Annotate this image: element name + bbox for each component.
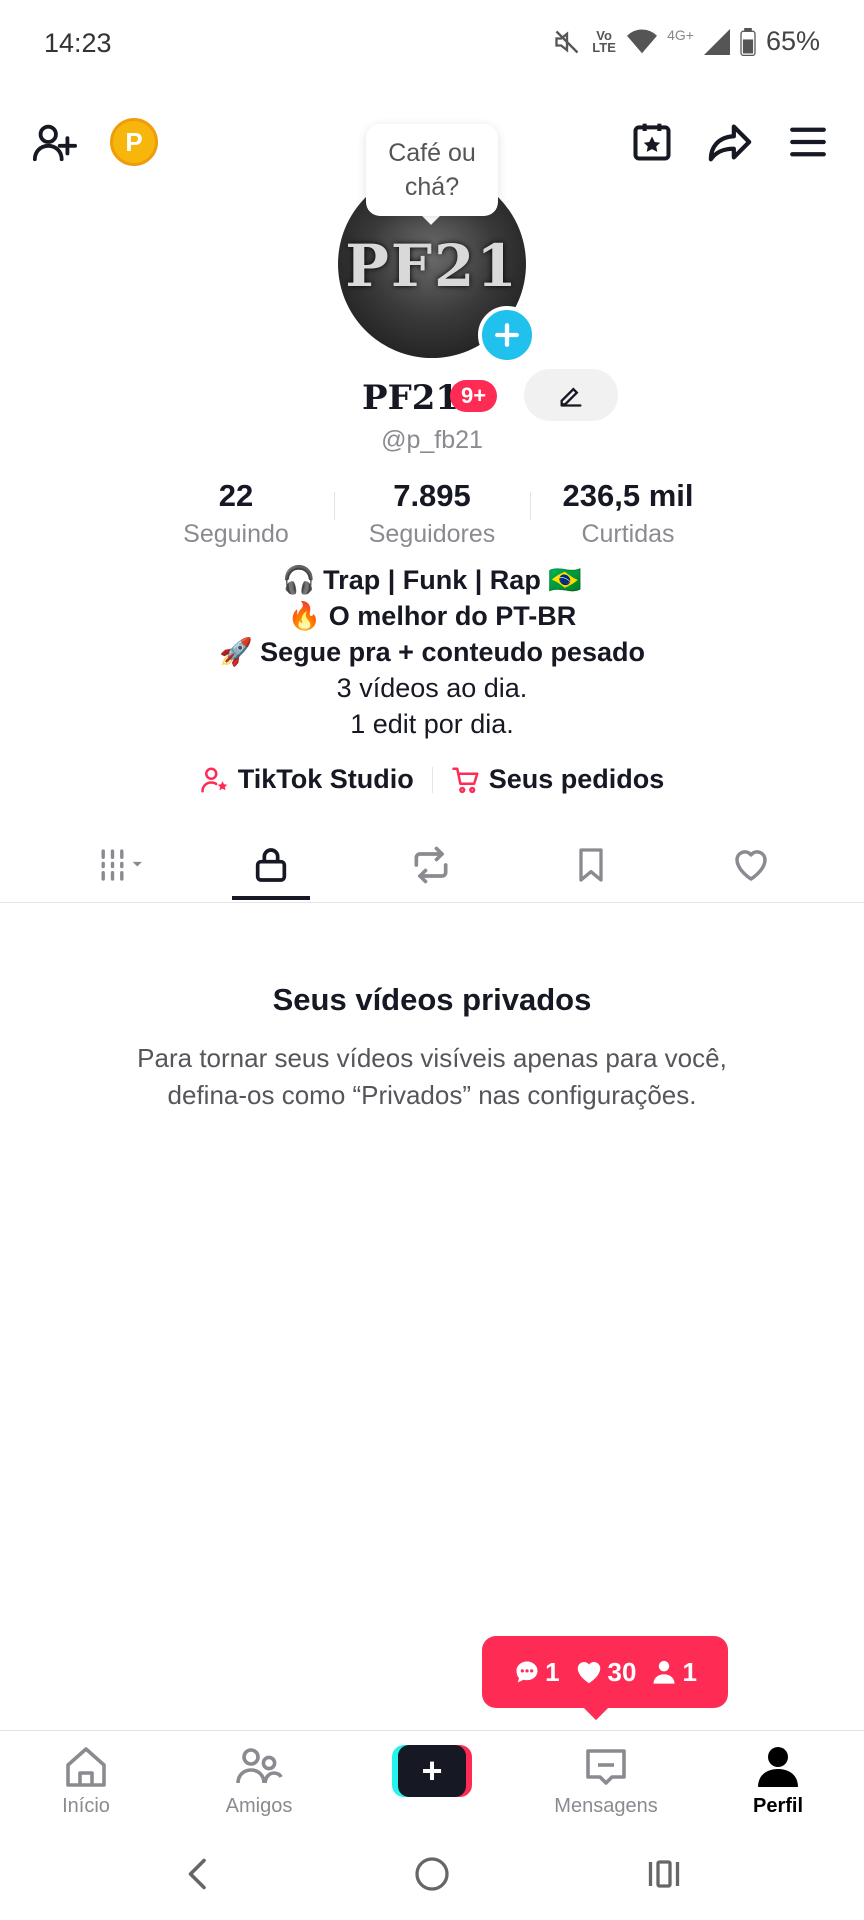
followers-label: Seguidores	[368, 520, 496, 548]
profile-links: TikTok Studio Seus pedidos	[0, 764, 864, 795]
orders-label: Seus pedidos	[488, 764, 665, 794]
coin-letter: P	[110, 118, 158, 166]
network-type: 4G+	[667, 26, 694, 43]
tab-private[interactable]	[231, 832, 311, 898]
nav-home[interactable]: Início	[26, 1743, 146, 1818]
repost-icon	[414, 846, 448, 884]
bookmark-icon	[579, 848, 603, 882]
empty-state-title: Seus vídeos privados	[272, 982, 592, 1017]
avatar-logo-text: PF21	[345, 232, 519, 300]
nav-home-label: Início	[62, 1795, 110, 1817]
empty-state-description: Para tornar seus vídeos visíveis apenas …	[0, 1040, 864, 1114]
nav-profile[interactable]: Perfil	[718, 1743, 838, 1818]
system-recents-button[interactable]	[634, 1852, 694, 1896]
note-line-2: chá?	[404, 173, 460, 201]
orders-link[interactable]: Seus pedidos	[451, 764, 665, 795]
bio-line: 3 vídeos ao dia.	[336, 673, 528, 703]
create-button[interactable]: +	[392, 1745, 472, 1797]
studio-icon	[200, 767, 227, 792]
notification-badge[interactable]: 9+	[450, 380, 498, 412]
signal-icon	[703, 28, 730, 55]
system-nav	[0, 1830, 864, 1920]
comments-count: 1	[545, 1656, 560, 1687]
battery-icon	[740, 27, 756, 56]
stat-likes[interactable]: 236,5 mil Curtidas	[528, 478, 728, 549]
heart-filled-icon	[577, 1662, 600, 1684]
calendar-star-icon[interactable]	[622, 112, 682, 172]
bio-line: 🎧 Trap | Funk | Rap 🇧🇷	[282, 565, 582, 595]
likes-label: Curtidas	[581, 520, 675, 548]
friends-icon	[236, 1748, 283, 1784]
nav-profile-label: Perfil	[752, 1795, 804, 1817]
profile-name: PF21	[362, 378, 460, 418]
tiktok-studio-label: TikTok Studio	[237, 764, 414, 794]
mute-icon	[555, 30, 579, 53]
activity-comments: 1	[513, 1656, 560, 1688]
nav-messages-label: Mensagens	[554, 1795, 658, 1817]
profile-handle: @p_fb21	[381, 426, 483, 454]
pencil-icon	[560, 387, 582, 407]
empty-state-line: defina-os como “Privados” nas configuraç…	[167, 1080, 697, 1110]
circle-icon	[415, 1857, 449, 1891]
profile-icon	[758, 1747, 798, 1787]
link-divider	[431, 766, 433, 793]
tab-liked[interactable]	[711, 832, 791, 898]
bio-line: 1 edit por dia.	[350, 709, 514, 739]
nav-friends-label: Amigos	[225, 1795, 293, 1817]
status-time: 14:23	[44, 28, 112, 58]
followers-count: 7.895	[393, 478, 471, 513]
back-icon	[188, 1858, 206, 1890]
note-bubble[interactable]: Café ou chá?	[366, 124, 498, 216]
inbox-icon	[586, 1749, 626, 1785]
menu-icon[interactable]	[778, 112, 838, 172]
bottom-nav: Início Amigos + Mensagens Perfil	[0, 1730, 864, 1831]
home-icon	[66, 1747, 106, 1787]
tab-reposts[interactable]	[391, 832, 471, 898]
recents-icon	[648, 1860, 680, 1888]
plus-icon	[495, 323, 519, 347]
system-back-button[interactable]	[168, 1852, 228, 1896]
wifi-icon	[627, 29, 658, 53]
likes-count: 236,5 mil	[562, 478, 694, 513]
share-icon[interactable]	[700, 112, 760, 172]
lock-icon	[255, 848, 287, 882]
add-friend-icon[interactable]	[24, 112, 84, 172]
tab-active-indicator	[232, 896, 310, 900]
battery-level: 65%	[765, 26, 820, 56]
person-icon	[653, 1660, 675, 1684]
add-avatar-button[interactable]	[478, 306, 536, 364]
heart-icon	[735, 850, 767, 881]
profile-tabs	[0, 832, 864, 903]
activity-followers: 1	[650, 1656, 697, 1688]
stat-followers[interactable]: 7.895 Seguidores	[332, 478, 532, 549]
activity-likes: 30	[574, 1656, 637, 1688]
tiktok-studio-link[interactable]: TikTok Studio	[200, 764, 414, 795]
tab-videos-grid[interactable]	[78, 832, 178, 898]
nav-friends[interactable]: Amigos	[199, 1743, 319, 1818]
nav-messages[interactable]: Mensagens	[546, 1743, 666, 1818]
status-icons: Vo LTE 4G+ 65%	[553, 26, 820, 57]
bio-line: 🔥 O melhor do PT-BR	[287, 601, 577, 631]
comment-icon	[516, 1661, 538, 1683]
following-label: Seguindo	[183, 520, 289, 548]
following-count: 22	[218, 478, 254, 513]
activity-popup[interactable]: 1 30 1	[482, 1636, 728, 1708]
note-line-1: Café ou	[388, 139, 476, 167]
grid-filter-icon	[101, 849, 142, 881]
edit-profile-button[interactable]	[524, 369, 618, 421]
stat-following[interactable]: 22 Seguindo	[136, 478, 336, 549]
bio-line: 🚀 Segue pra + conteudo pesado	[219, 637, 645, 667]
system-home-button[interactable]	[402, 1852, 462, 1896]
cart-icon	[451, 767, 479, 793]
followers-activity-count: 1	[682, 1656, 697, 1687]
create-plus: +	[398, 1745, 466, 1797]
volte-icon: Vo LTE	[592, 27, 616, 55]
likes-activity-count: 30	[607, 1656, 637, 1687]
tab-favorites[interactable]	[551, 832, 631, 898]
bio: 🎧 Trap | Funk | Rap 🇧🇷 🔥 O melhor do PT-…	[0, 562, 864, 742]
empty-state-line: Para tornar seus vídeos visíveis apenas …	[137, 1043, 727, 1073]
coin-icon[interactable]: P	[104, 112, 164, 172]
